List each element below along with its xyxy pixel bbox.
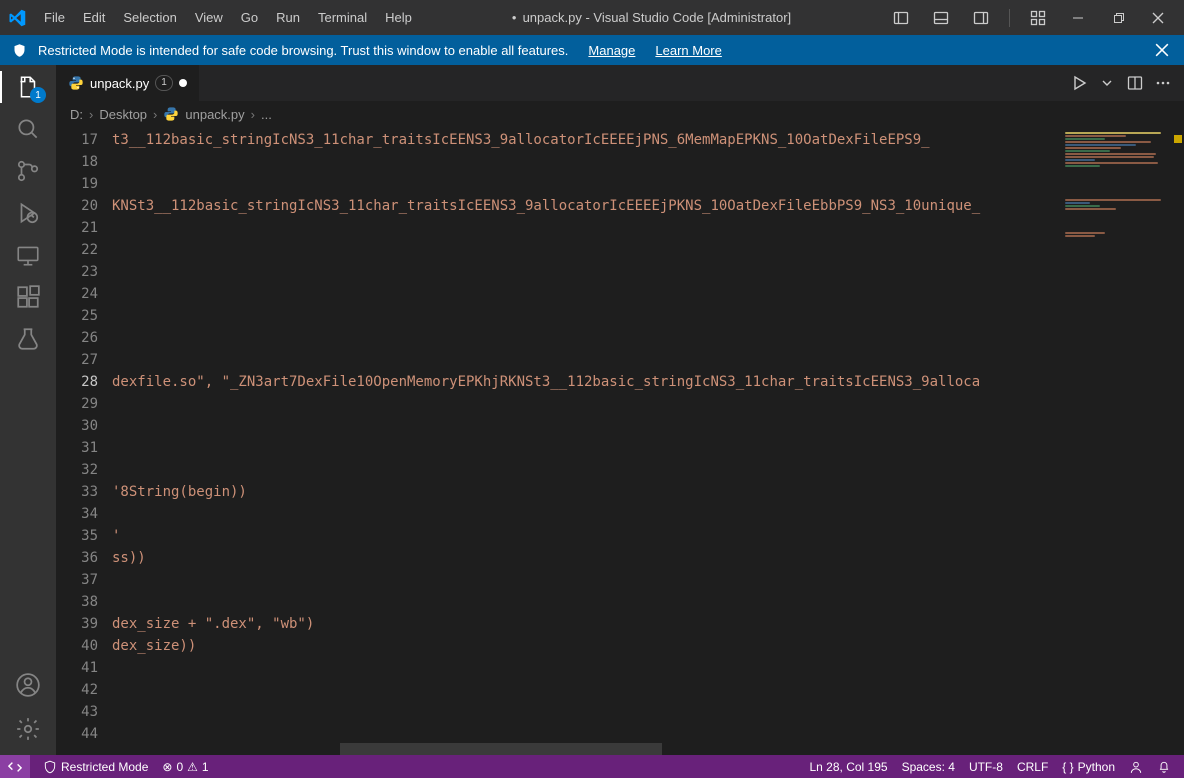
tab-dirty-dot-icon	[179, 79, 187, 87]
shield-icon	[12, 42, 28, 58]
vscode-logo-icon	[8, 9, 26, 27]
activity-sourcecontrol-icon[interactable]	[14, 157, 42, 185]
status-encoding[interactable]: UTF-8	[962, 755, 1010, 778]
activity-bar: 1	[0, 65, 56, 755]
chevron-right-icon: ›	[251, 107, 255, 122]
remote-indicator[interactable]	[0, 755, 30, 778]
activity-testing-icon[interactable]	[14, 325, 42, 353]
banner-close-icon[interactable]	[1152, 43, 1172, 57]
editor-horizontal-scrollbar[interactable]	[112, 743, 1060, 755]
code-text[interactable]: t3__112basic_stringIcNS3_11char_traitsIc…	[112, 127, 1060, 755]
tab-problem-count: 1	[155, 75, 173, 91]
menu-run[interactable]: Run	[268, 6, 308, 29]
window-title: ● unpack.py - Visual Studio Code [Admini…	[420, 10, 883, 25]
menu-selection[interactable]: Selection	[115, 6, 184, 29]
activity-run-debug-icon[interactable]	[14, 199, 42, 227]
dirty-dot-icon: ●	[512, 13, 517, 22]
bc-seg-symbol[interactable]: ...	[261, 107, 272, 122]
editor-actions	[1058, 65, 1184, 101]
python-file-icon	[163, 106, 179, 122]
window-title-text: unpack.py - Visual Studio Code [Administ…	[523, 10, 792, 25]
tab-label: unpack.py	[90, 76, 149, 91]
activity-explorer-icon[interactable]: 1	[14, 73, 42, 101]
window-close-icon[interactable]	[1140, 3, 1176, 33]
menu-help[interactable]: Help	[377, 6, 420, 29]
line-number-gutter: 1718192021222324252627282930313233343536…	[56, 127, 112, 755]
window-restore-icon[interactable]	[1100, 3, 1136, 33]
chevron-right-icon: ›	[153, 107, 157, 122]
errors-icon: ⊗	[162, 760, 172, 774]
breadcrumb[interactable]: D: › Desktop › unpack.py › ...	[56, 101, 1184, 127]
status-eol[interactable]: CRLF	[1010, 755, 1055, 778]
status-language[interactable]: { } Python	[1055, 755, 1122, 778]
menu-bar: File Edit Selection View Go Run Terminal…	[36, 6, 420, 29]
activity-search-icon[interactable]	[14, 115, 42, 143]
status-warnings-count: 1	[202, 760, 209, 774]
explorer-badge: 1	[30, 87, 46, 103]
status-feedback-icon[interactable]	[1122, 755, 1150, 778]
bc-seg-drive[interactable]: D:	[70, 107, 83, 122]
menu-view[interactable]: View	[187, 6, 231, 29]
banner-manage-link[interactable]: Manage	[588, 43, 635, 58]
restricted-mode-banner: Restricted Mode is intended for safe cod…	[0, 35, 1184, 65]
title-bar: File Edit Selection View Go Run Terminal…	[0, 0, 1184, 35]
chevron-right-icon: ›	[89, 107, 93, 122]
split-editor-icon[interactable]	[1124, 72, 1146, 94]
minimap[interactable]	[1060, 127, 1170, 755]
python-file-icon	[68, 75, 84, 91]
banner-learn-more-link[interactable]: Learn More	[655, 43, 721, 58]
status-bar: Restricted Mode ⊗ 0 ⚠ 1 Ln 28, Col 195 S…	[0, 755, 1184, 778]
scrollbar-thumb[interactable]	[340, 743, 662, 755]
warnings-icon: ⚠	[187, 760, 198, 774]
title-right-controls	[883, 3, 1176, 33]
run-file-icon[interactable]	[1068, 72, 1090, 94]
status-spaces[interactable]: Spaces: 4	[895, 755, 962, 778]
menu-terminal[interactable]: Terminal	[310, 6, 375, 29]
tab-unpack-py[interactable]: unpack.py 1	[56, 65, 200, 101]
activity-remote-explorer-icon[interactable]	[14, 241, 42, 269]
layout-sidebar-right-icon[interactable]	[963, 3, 999, 33]
bc-seg-file[interactable]: unpack.py	[185, 107, 244, 122]
banner-message: Restricted Mode is intended for safe cod…	[38, 43, 568, 58]
main-area: 1	[0, 65, 1184, 755]
overview-ruler[interactable]	[1170, 127, 1184, 755]
status-language-label: Python	[1078, 760, 1115, 774]
activity-accounts-icon[interactable]	[14, 671, 42, 699]
activity-extensions-icon[interactable]	[14, 283, 42, 311]
status-problems[interactable]: ⊗ 0 ⚠ 1	[155, 755, 215, 778]
braces-icon: { }	[1062, 760, 1073, 774]
tab-row: unpack.py 1	[56, 65, 1184, 101]
menu-go[interactable]: Go	[233, 6, 266, 29]
layout-sidebar-left-icon[interactable]	[883, 3, 919, 33]
editor-body[interactable]: 1718192021222324252627282930313233343536…	[56, 127, 1184, 755]
status-linecol[interactable]: Ln 28, Col 195	[803, 755, 895, 778]
window-minimize-icon[interactable]	[1060, 3, 1096, 33]
menu-file[interactable]: File	[36, 6, 73, 29]
layout-panel-icon[interactable]	[923, 3, 959, 33]
divider	[1009, 9, 1010, 27]
run-dropdown-icon[interactable]	[1096, 72, 1118, 94]
activity-settings-gear-icon[interactable]	[14, 715, 42, 743]
editor-zone: unpack.py 1 D: ›	[56, 65, 1184, 755]
status-restricted-label: Restricted Mode	[61, 760, 148, 774]
bc-seg-desktop[interactable]: Desktop	[99, 107, 147, 122]
status-restricted-mode[interactable]: Restricted Mode	[36, 755, 155, 778]
status-errors-count: 0	[176, 760, 183, 774]
customize-layout-icon[interactable]	[1020, 3, 1056, 33]
editor-more-icon[interactable]	[1152, 72, 1174, 94]
status-notifications-icon[interactable]	[1150, 755, 1178, 778]
menu-edit[interactable]: Edit	[75, 6, 113, 29]
